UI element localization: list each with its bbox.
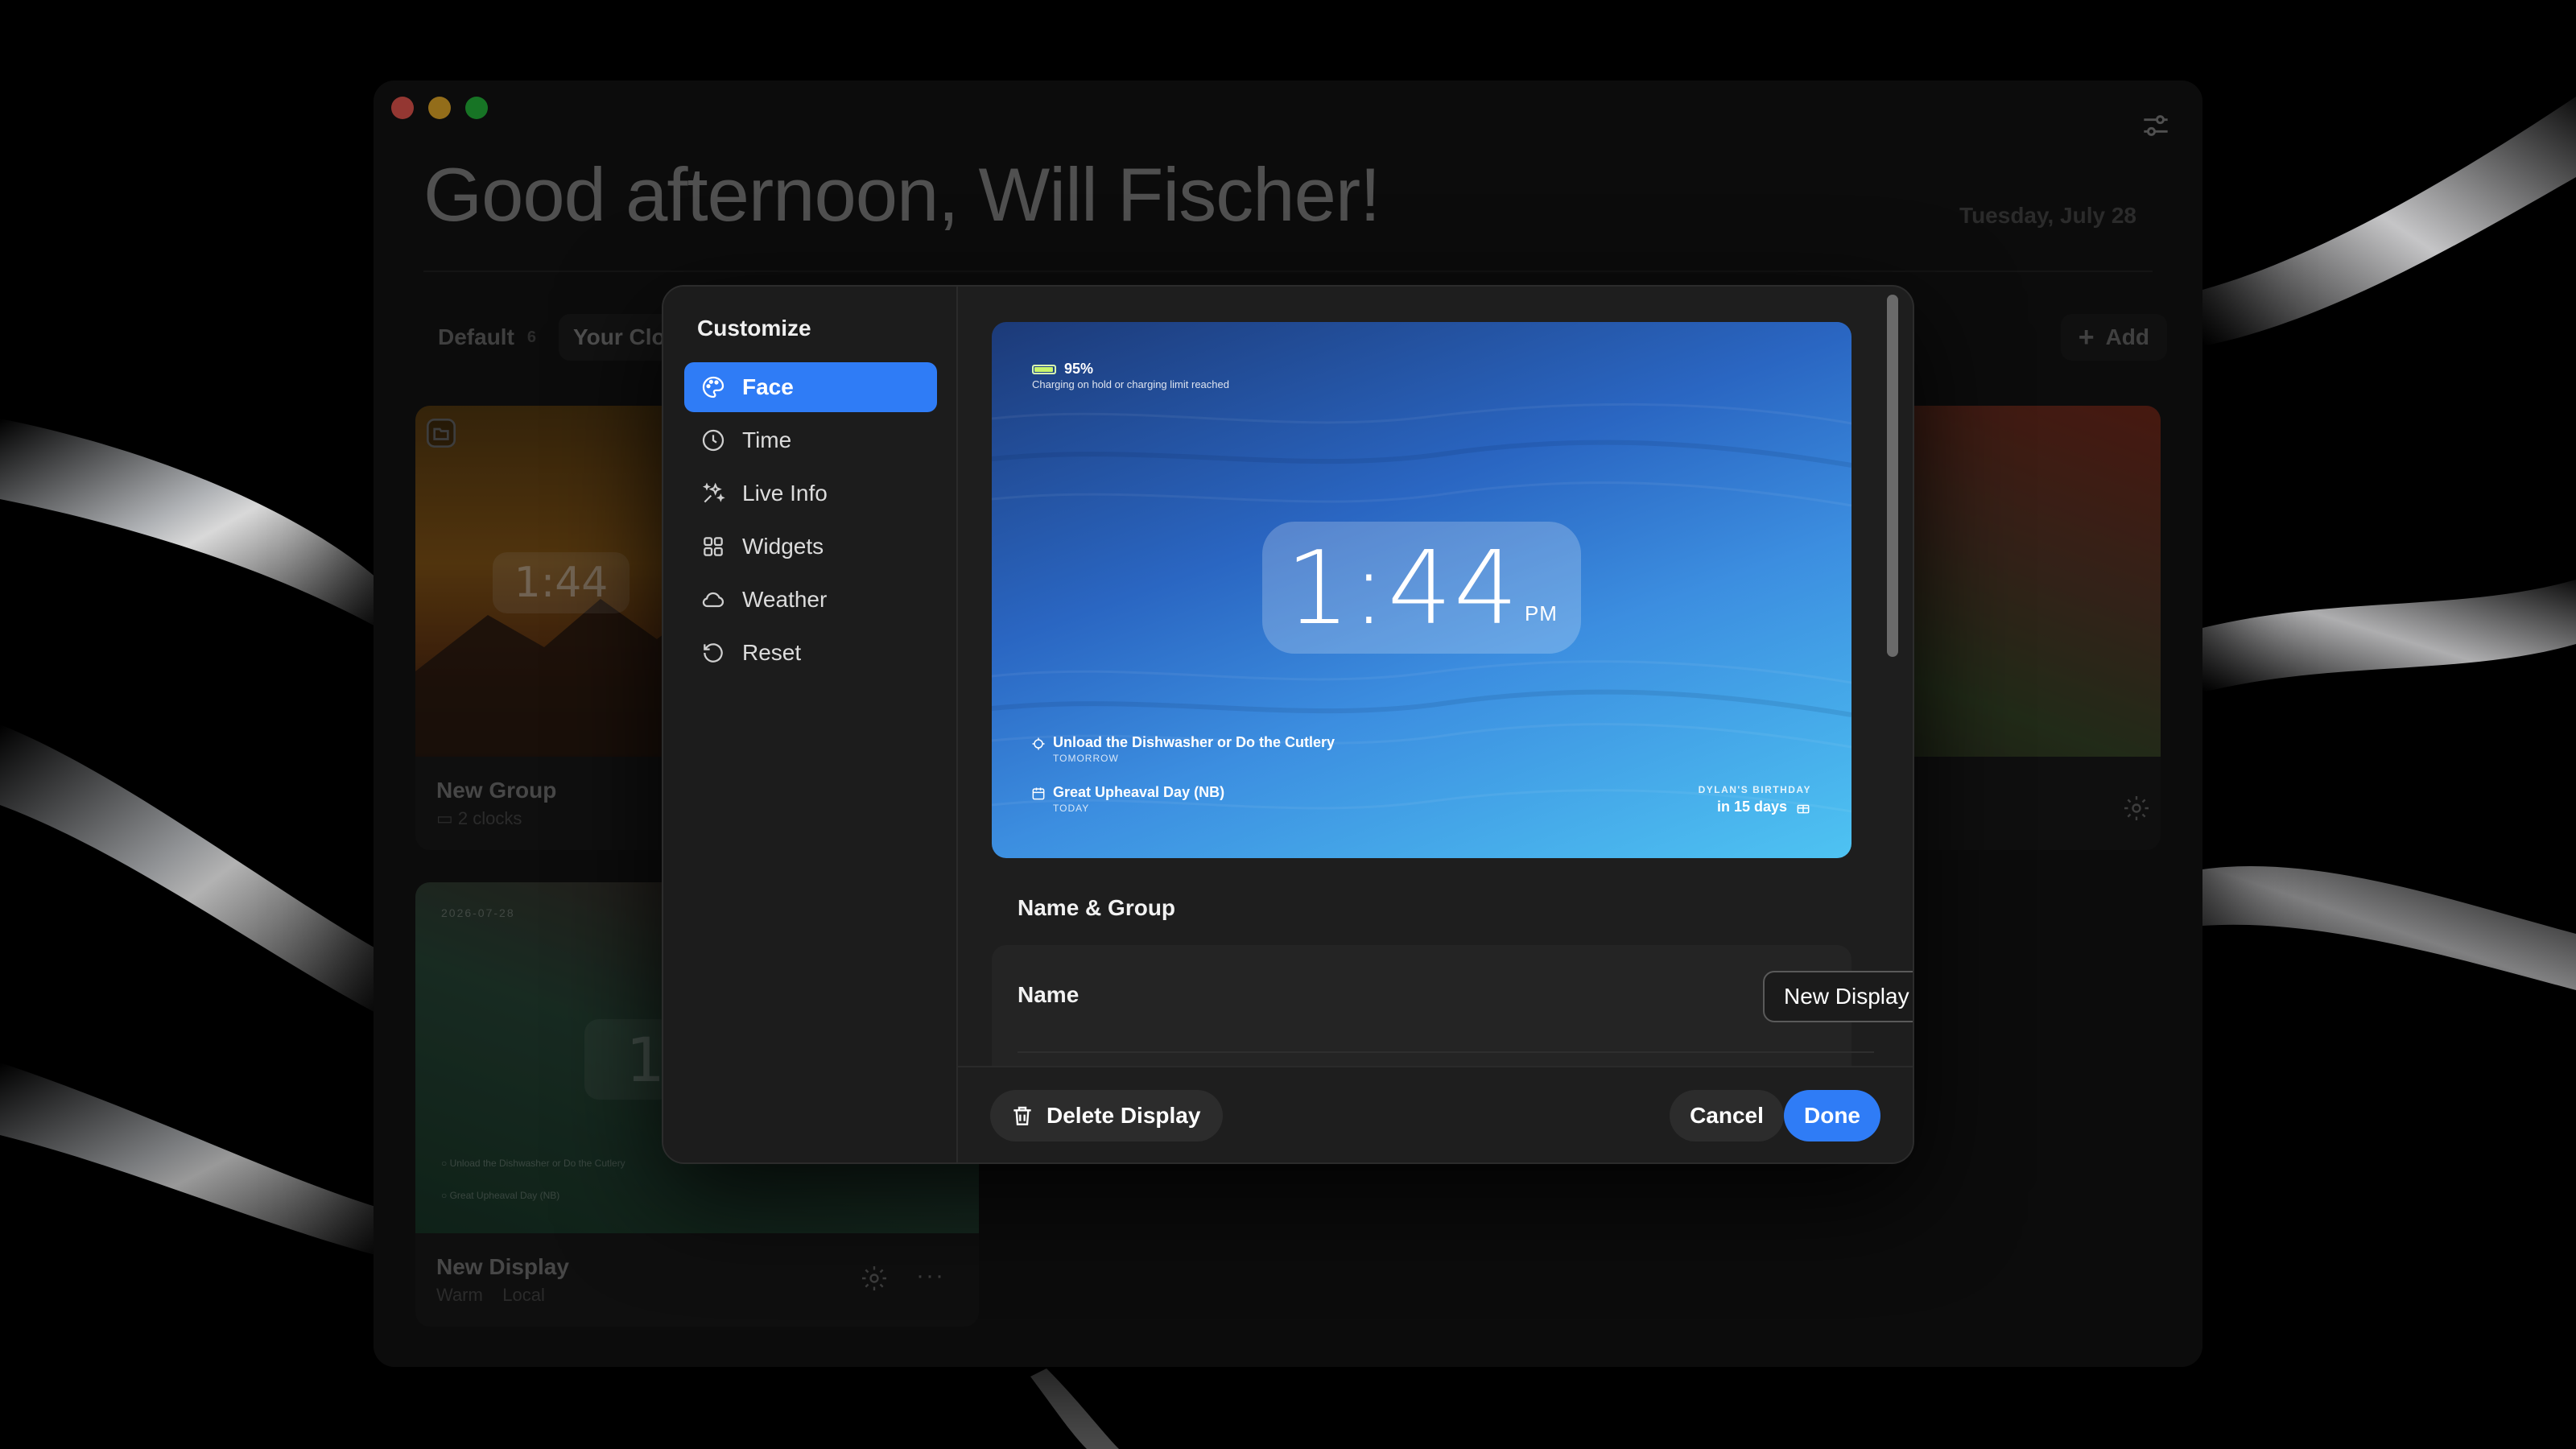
customize-content: 95% Charging on hold or charging limit r… xyxy=(958,287,1913,1069)
battery-status: 95% xyxy=(1032,361,1093,378)
content-scrollbar[interactable] xyxy=(1887,295,1898,657)
face-preview: 95% Charging on hold or charging limit r… xyxy=(992,322,1852,858)
trash-icon xyxy=(1013,1106,1031,1125)
nav-item-widgets[interactable]: Widgets xyxy=(684,522,937,572)
event-title: Unload the Dishwasher or Do the Cutlery xyxy=(1053,734,1335,750)
event-item: Great Upheaval Day (NB) TODAY xyxy=(1030,784,1224,814)
customize-sidebar: Customize Face Time Live Info Widgets We… xyxy=(663,287,958,1162)
sparkles-icon xyxy=(702,482,725,503)
delete-display-button[interactable]: Delete Display xyxy=(990,1090,1224,1141)
battery-icon xyxy=(1032,364,1056,374)
nav-item-live-info-label: Live Info xyxy=(742,481,828,506)
name-group-panel xyxy=(992,945,1852,1069)
delete-display-label: Delete Display xyxy=(1046,1103,1201,1128)
event-when: TOMORROW xyxy=(1053,753,1119,764)
customize-dialog: Customize Face Time Live Info Widgets We… xyxy=(662,285,1914,1164)
nav-item-face-label: Face xyxy=(742,374,794,399)
battery-fill xyxy=(1034,366,1053,372)
clock-icon xyxy=(702,429,724,452)
nav-item-weather-label: Weather xyxy=(742,587,828,612)
reset-icon xyxy=(704,643,723,663)
reminder-icon xyxy=(1032,737,1045,750)
sidebar-title: Customize xyxy=(697,316,811,341)
countdown-label: DYLAN'S BIRTHDAY xyxy=(1698,784,1811,795)
event-title: Great Upheaval Day (NB) xyxy=(1053,784,1225,800)
customize-nav: Face Time Live Info Widgets Weather Rese… xyxy=(684,362,937,681)
nav-item-reset-label: Reset xyxy=(742,640,802,665)
clock-time: 1:44 xyxy=(1286,528,1520,647)
palette-icon xyxy=(702,376,724,398)
done-button[interactable]: Done xyxy=(1784,1090,1880,1141)
nav-item-live-info[interactable]: Live Info xyxy=(684,469,937,518)
battery-note: Charging on hold or charging limit reach… xyxy=(1032,378,1229,390)
countdown-value: in 15 days xyxy=(1716,799,1787,815)
name-input[interactable] xyxy=(1763,971,1913,1022)
calendar-icon xyxy=(1032,787,1045,800)
countdown-widget: DYLAN'S BIRTHDAY in 15 days xyxy=(1699,784,1811,815)
countdown-row: in 15 days xyxy=(1699,799,1811,815)
event-when: TODAY xyxy=(1053,803,1090,814)
name-field-label: Name xyxy=(1018,982,1080,1007)
nav-item-reset[interactable]: Reset xyxy=(684,628,937,678)
nav-item-face[interactable]: Face xyxy=(684,362,937,412)
clock-widget: 1:44 PM xyxy=(1262,522,1581,654)
nav-item-weather[interactable]: Weather xyxy=(684,575,937,625)
name-group-section-title: Name & Group xyxy=(1018,895,1176,920)
nav-item-widgets-label: Widgets xyxy=(742,534,824,559)
battery-percent: 95% xyxy=(1064,361,1094,377)
cloud-icon xyxy=(702,592,724,608)
clock-ampm: PM xyxy=(1524,601,1558,625)
cancel-button[interactable]: Cancel xyxy=(1670,1090,1784,1141)
grid-icon xyxy=(704,537,723,556)
event-item: Unload the Dishwasher or Do the Cutlery … xyxy=(1030,734,1335,764)
row-separator xyxy=(1018,1051,1874,1053)
nav-item-time-label: Time xyxy=(742,427,792,452)
dialog-footer: Delete Display Cancel Done xyxy=(958,1066,1913,1162)
gift-icon xyxy=(1797,804,1810,813)
nav-item-time[interactable]: Time xyxy=(684,415,937,465)
